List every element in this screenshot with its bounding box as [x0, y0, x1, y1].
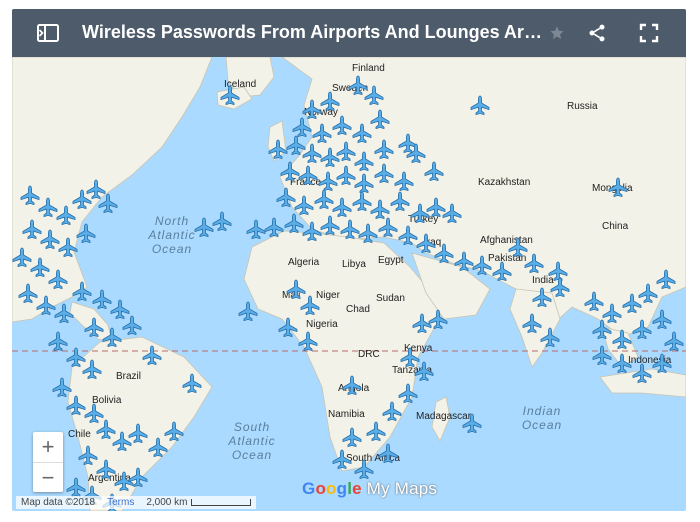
sidebar-toggle-icon: [37, 24, 59, 42]
map-attribution: Map data ©2018 Terms 2,000 km: [16, 496, 257, 509]
airport-marker-airplane-icon[interactable]: [122, 315, 142, 336]
label-madagascar: Madagascar: [416, 411, 472, 422]
zoom-out-button[interactable]: −: [33, 462, 63, 493]
label-india: India: [532, 275, 554, 286]
sidebar-toggle-button[interactable]: [36, 21, 60, 45]
label-indian-1: Indian: [523, 404, 562, 418]
label-russia: Russia: [567, 101, 598, 112]
airport-marker-airplane-icon[interactable]: [110, 299, 130, 320]
map-data-text: Map data ©2018: [21, 497, 96, 508]
label-afghanistan: Afghanistan: [480, 235, 533, 246]
terms-link[interactable]: Terms: [107, 497, 134, 508]
share-button[interactable]: [585, 21, 609, 45]
label-bolivia: Bolivia: [92, 395, 122, 406]
label-south-atlantic-1: South: [234, 420, 270, 434]
label-finland: Finland: [352, 63, 385, 74]
scale-bar: [191, 498, 252, 506]
share-icon: [589, 24, 605, 42]
airport-marker-airplane-icon[interactable]: [246, 219, 266, 240]
label-sudan: Sudan: [376, 293, 405, 304]
logo-mymaps-text: My Maps: [366, 479, 438, 498]
label-egypt: Egypt: [378, 255, 404, 266]
label-chad: Chad: [346, 304, 370, 315]
map-header: Wireless Passwords From Airports And Lou…: [12, 9, 686, 57]
scale-label: 2,000 km: [146, 497, 252, 508]
label-nigeria: Nigeria: [306, 319, 338, 330]
map-canvas[interactable]: Finland Sweden Russia Kazakhstan Mongoli…: [12, 57, 686, 511]
zoom-in-button[interactable]: +: [33, 432, 63, 462]
north-america: [12, 57, 213, 323]
label-algeria: Algeria: [288, 257, 320, 268]
airport-marker-airplane-icon[interactable]: [48, 331, 68, 352]
map-embed-frame: Wireless Passwords From Airports And Lou…: [12, 9, 686, 511]
label-south-atlantic-2: Atlantic: [227, 434, 275, 448]
airport-marker-airplane-icon[interactable]: [92, 289, 112, 310]
airport-marker-airplane-icon[interactable]: [52, 377, 72, 398]
label-libya: Libya: [342, 259, 366, 270]
label-kazakhstan: Kazakhstan: [478, 177, 530, 188]
airport-marker-airplane-icon[interactable]: [284, 213, 304, 234]
airport-marker-airplane-icon[interactable]: [238, 301, 258, 322]
label-brazil: Brazil: [116, 371, 141, 382]
fullscreen-icon: [639, 23, 659, 43]
google-my-maps-logo: Google My Maps: [302, 479, 438, 498]
airport-marker-airplane-icon[interactable]: [194, 217, 214, 238]
airport-marker-airplane-icon[interactable]: [664, 331, 684, 352]
star-icon: [550, 26, 564, 39]
airport-marker-airplane-icon[interactable]: [652, 309, 672, 330]
fullscreen-button[interactable]: [637, 21, 661, 45]
label-drc: DRC: [358, 349, 380, 360]
airport-marker-airplane-icon[interactable]: [66, 477, 86, 498]
label-indian-2: Ocean: [522, 418, 562, 432]
zoom-controls: + −: [33, 432, 63, 492]
label-south-atlantic-3: Ocean: [232, 448, 272, 462]
label-china: China: [602, 221, 629, 232]
star-button[interactable]: [545, 21, 569, 45]
label-chile: Chile: [68, 429, 91, 440]
map-title[interactable]: Wireless Passwords From Airports And Lou…: [82, 22, 542, 43]
label-north-atlantic-3: Ocean: [152, 242, 192, 256]
label-namibia: Namibia: [328, 409, 365, 420]
label-north-atlantic-2: Atlantic: [147, 228, 195, 242]
label-north-atlantic-1: North: [155, 214, 189, 228]
label-niger: Niger: [316, 290, 341, 301]
airport-marker-airplane-icon[interactable]: [212, 211, 232, 232]
